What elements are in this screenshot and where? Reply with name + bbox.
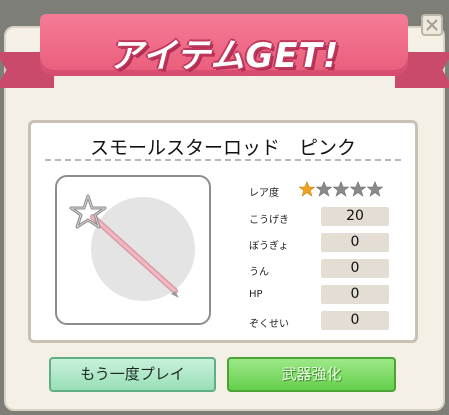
item-name: スモールスターロッド ピンク bbox=[89, 137, 356, 159]
title-banner: アイテムGET! bbox=[40, 14, 408, 76]
star-empty-icon bbox=[316, 181, 332, 197]
stat-label-attack: こうげき bbox=[249, 215, 289, 226]
stat-label-element: ぞくせい bbox=[249, 319, 289, 330]
stat-value-element: 0 bbox=[321, 311, 389, 330]
stat-label-hp: HP bbox=[249, 289, 263, 300]
item-card: スモールスターロッド ピンク レア度 こうげき 20 ぼうぎょ 0 うん 0 H… bbox=[28, 120, 418, 343]
star-empty-icon bbox=[333, 181, 349, 197]
close-icon bbox=[426, 19, 438, 31]
stat-label-defense: ぼうぎょ bbox=[249, 241, 289, 252]
rarity-label: レア度 bbox=[249, 188, 279, 199]
stat-label-luck: うん bbox=[249, 267, 269, 278]
star-filled-icon bbox=[299, 181, 315, 197]
stat-value-hp: 0 bbox=[321, 285, 389, 304]
play-again-button[interactable]: もう一度プレイ bbox=[49, 357, 216, 392]
star-empty-icon bbox=[350, 181, 366, 197]
stat-value-defense: 0 bbox=[321, 233, 389, 252]
banner-title: アイテムGET! bbox=[108, 36, 340, 76]
pink-star-rod-icon bbox=[69, 194, 195, 301]
divider bbox=[45, 159, 401, 161]
stat-value-luck: 0 bbox=[321, 259, 389, 278]
rarity-stars bbox=[299, 181, 383, 197]
close-button[interactable] bbox=[421, 14, 443, 36]
weapon-upgrade-button[interactable]: 武器強化 bbox=[227, 357, 396, 392]
star-empty-icon bbox=[367, 181, 383, 197]
stat-value-attack: 20 bbox=[321, 207, 389, 226]
item-image-frame bbox=[55, 175, 211, 325]
